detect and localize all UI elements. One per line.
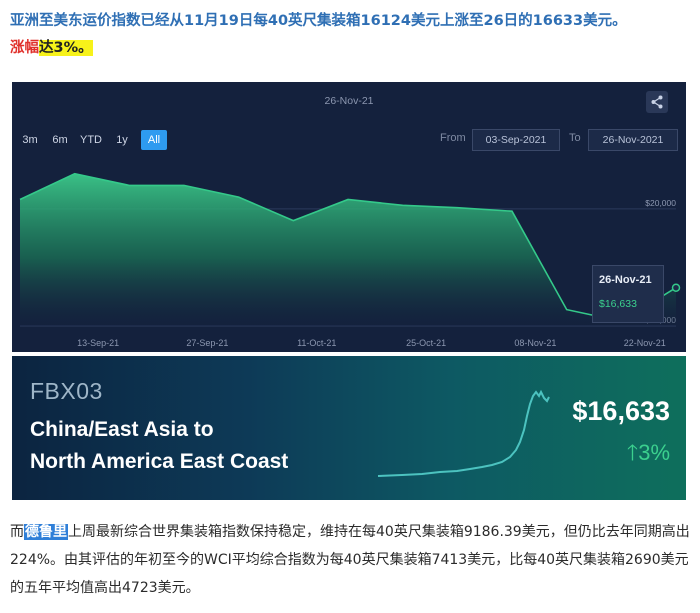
- from-date-input[interactable]: 03-Sep-2021: [472, 129, 560, 151]
- from-label: From: [440, 132, 466, 144]
- headline: 亚洲至美东运价指数已经从11月19日每40英尺集装箱16124美元上涨至26日的…: [10, 8, 694, 62]
- share-button[interactable]: [646, 91, 668, 113]
- chart-tooltip: 26-Nov-21 $16,633: [592, 265, 664, 323]
- sparkline-path: [377, 389, 550, 477]
- index-code: FBX03: [30, 378, 103, 404]
- headline-text: 亚洲至美东运价指数已经从11月19日每40英尺集装箱16124美元上涨至26日的…: [10, 13, 627, 29]
- paragraph-text: 上周最新综合世界集装箱指数保持稳定，维持在每40英尺集装箱9186.39美元，但…: [10, 524, 690, 596]
- index-change: 🡑3%: [627, 436, 670, 474]
- x-tick-label: 13-Sep-21: [77, 338, 119, 348]
- range-button-ytd[interactable]: YTD: [78, 130, 104, 150]
- chart-svg: 26-Nov-21 $15,000$20,000 13-Sep-2127-Sep…: [19, 95, 681, 348]
- x-tick-label: 27-Sep-21: [186, 338, 228, 348]
- paragraph-prefix: 而: [10, 524, 24, 540]
- route-name: China/East Asia to North America East Co…: [30, 414, 288, 478]
- range-button-6m[interactable]: 6m: [50, 130, 70, 150]
- route-line-1: China/East Asia to: [30, 418, 214, 441]
- range-button-3m[interactable]: 3m: [20, 130, 40, 150]
- highlighted-point: [671, 283, 681, 292]
- tooltip-value: $16,633: [599, 298, 637, 310]
- x-tick-label: 11-Oct-21: [297, 338, 336, 348]
- share-icon: [651, 95, 663, 109]
- fbx-banner: FBX03 China/East Asia to North America E…: [12, 356, 686, 500]
- change-value: 3%: [638, 440, 670, 465]
- x-tick-label: 08-Nov-21: [514, 338, 556, 348]
- route-line-2: North America East Coast: [30, 450, 289, 473]
- range-button-all[interactable]: All: [141, 130, 167, 150]
- to-date-input[interactable]: 26-Nov-2021: [588, 129, 678, 151]
- y-tick-label: $20,000: [645, 198, 676, 208]
- chart-top-date: 26-Nov-21: [324, 95, 373, 107]
- arrow-up-icon: 🡑: [626, 440, 639, 465]
- x-tick-label: 25-Oct-21: [406, 338, 446, 348]
- to-label: To: [569, 132, 581, 144]
- rise-value: 达3%。: [39, 40, 93, 56]
- article-paragraph: 而德鲁里上周最新综合世界集装箱指数保持稳定，维持在每40英尺集装箱9186.39…: [10, 518, 692, 602]
- drewry-name: 德鲁里: [24, 524, 68, 540]
- x-tick-label: 22-Nov-21: [624, 338, 666, 348]
- rise-label: 涨幅: [10, 40, 39, 56]
- tooltip-date: 26-Nov-21: [599, 274, 652, 286]
- range-button-1y[interactable]: 1y: [113, 130, 131, 150]
- index-price: $16,633: [572, 396, 670, 426]
- chart-area: [20, 173, 676, 326]
- price-chart: 26-Nov-21 $15,000$20,000 13-Sep-2127-Sep…: [12, 82, 686, 352]
